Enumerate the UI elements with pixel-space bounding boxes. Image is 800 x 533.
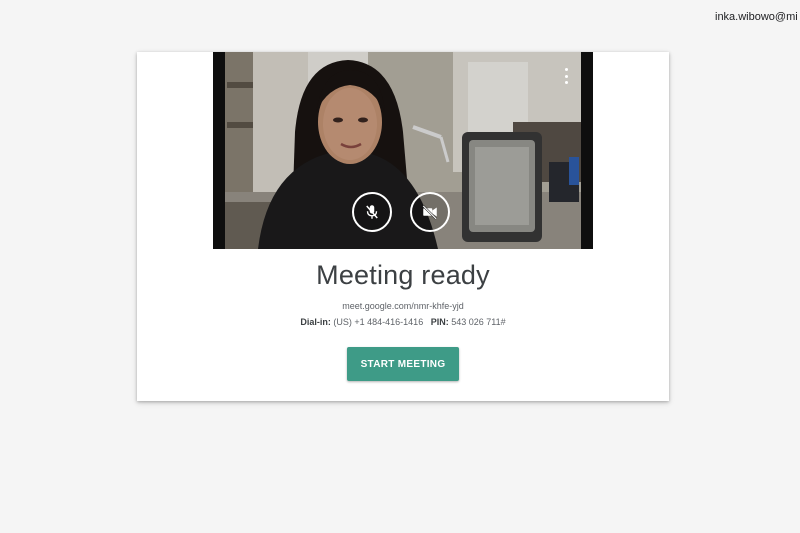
start-meeting-button[interactable]: START MEETING [347,347,459,381]
more-vert-icon [564,68,568,71]
pin-label: PIN: [430,317,449,327]
meeting-card: Meeting ready meet.google.com/nmr-khfe-y… [137,52,669,401]
mic-off-icon [366,205,378,219]
video-preview [213,52,593,249]
mic-toggle-button[interactable] [352,192,392,232]
camera-toggle-button[interactable] [410,192,450,232]
account-email[interactable]: inka.wibowo@mi [715,11,800,23]
meeting-link[interactable]: meet.google.com/nmr-khfe-yjd [137,301,669,311]
dialin-label: Dial-in: [300,317,331,327]
dialin-number: (US) +1 484-416-1416 [333,317,424,327]
dialin-info: Dial-in: (US) +1 484-416-1416 PIN: 543 0… [137,317,669,327]
more-options-button[interactable] [561,68,571,84]
camera-feed [213,52,593,249]
pin-value: 543 026 711# [451,317,506,327]
meet-lobby-page: inka.wibowo@mi Meeting ready meet.google… [0,0,800,533]
meeting-title: Meeting ready [316,260,490,290]
videocam-off-icon [422,205,437,220]
